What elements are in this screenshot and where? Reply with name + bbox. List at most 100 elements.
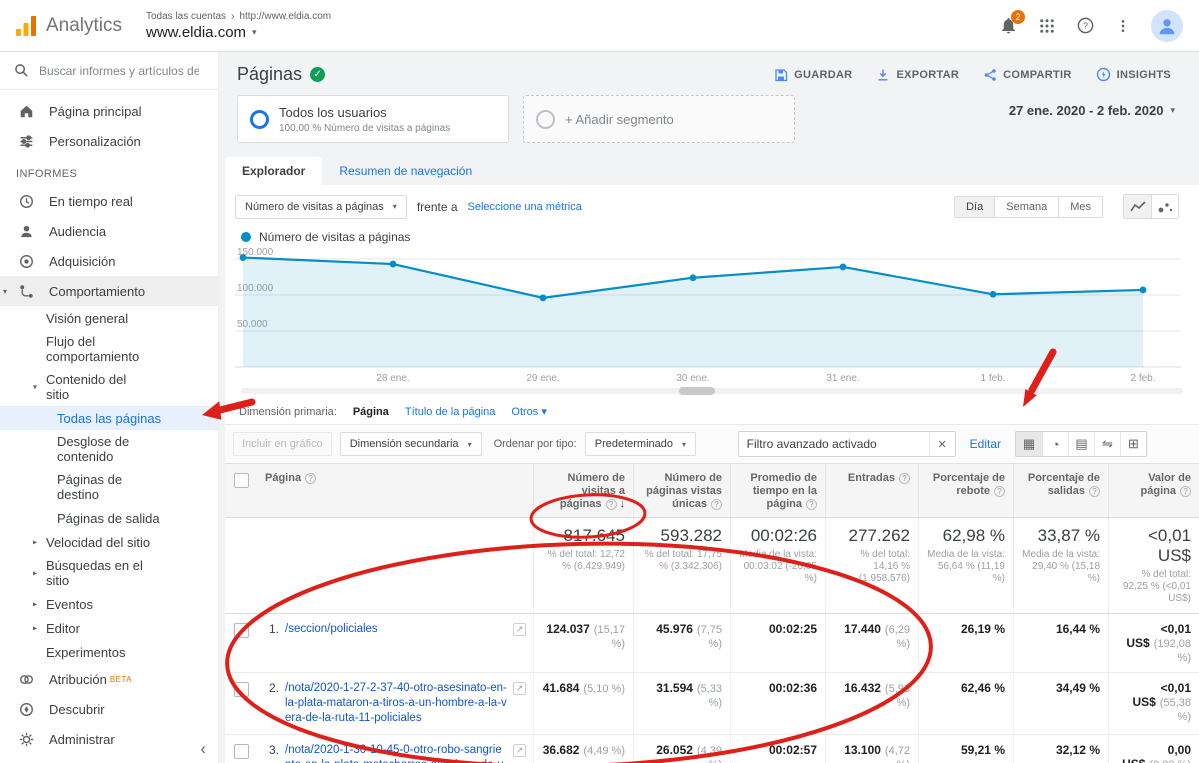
breadcrumb-property[interactable]: http://www.eldia.com: [239, 11, 331, 22]
sidebar-item-realtime[interactable]: En tiempo real: [0, 186, 218, 216]
sidebar-item-landing-pages[interactable]: Páginas de destino: [0, 468, 218, 506]
page-link[interactable]: /nota/2020-1-27-2-37-40-otro-asesinato-e…: [285, 681, 507, 726]
help-icon[interactable]: ?: [899, 473, 910, 484]
summary-avg-time: 00:02:26 Media de la vista: 00:03:02 (-2…: [730, 518, 825, 613]
sidebar-item-acquisition[interactable]: Adquisición: [0, 246, 218, 276]
more-options-button[interactable]: [1115, 18, 1131, 34]
sidebar-item-audience[interactable]: Audiencia: [0, 216, 218, 246]
dimension-other-dropdown[interactable]: Otros ▾: [511, 405, 547, 418]
sidebar-item-experiments[interactable]: Experimentos: [0, 640, 218, 664]
sidebar-item-site-search[interactable]: ▸ Búsquedas en el sitio: [0, 554, 218, 592]
account-switcher[interactable]: Todas las cuentas › http://www.eldia.com…: [146, 11, 331, 41]
open-page-icon[interactable]: ↗: [513, 682, 526, 695]
notifications-badge: 2: [1011, 10, 1025, 24]
help-icon[interactable]: ?: [305, 473, 316, 484]
sort-type-dropdown[interactable]: Predeterminado ▾: [585, 432, 696, 456]
help-icon[interactable]: ?: [606, 499, 617, 510]
sidebar-item-content-drilldown[interactable]: Desglose de contenido: [0, 430, 218, 468]
help-button[interactable]: ?: [1076, 16, 1095, 35]
sidebar-item-events[interactable]: ▸ Eventos: [0, 592, 218, 616]
notifications-button[interactable]: 2: [999, 16, 1018, 35]
save-button[interactable]: GUARDAR: [774, 68, 852, 82]
row-checkbox[interactable]: [225, 735, 257, 763]
pageviews-line-chart[interactable]: 50.000100.000150.00028 ene.29 ene.30 ene…: [229, 246, 1195, 386]
sidebar-search[interactable]: [0, 52, 218, 90]
plot-rows-button[interactable]: Incluir en gráfico: [233, 432, 332, 456]
date-range-picker[interactable]: 27 ene. 2020 - 2 feb. 2020 ▾: [1009, 95, 1175, 118]
help-icon[interactable]: ?: [711, 499, 722, 510]
granularity-day-button[interactable]: Día: [954, 196, 995, 218]
help-icon[interactable]: ?: [994, 486, 1005, 497]
insights-button[interactable]: INSIGHTS: [1096, 67, 1171, 82]
sort-type-label: Ordenar por tipo:: [494, 438, 577, 450]
row-checkbox[interactable]: [225, 614, 257, 672]
select-all-checkbox[interactable]: [225, 464, 257, 517]
open-page-icon[interactable]: ↗: [513, 623, 526, 636]
granularity-month-button[interactable]: Mes: [1059, 196, 1103, 218]
sidebar-item-exit-pages[interactable]: Páginas de salida: [0, 506, 218, 530]
column-header-pageviews[interactable]: Número de visitas a páginas?↓: [533, 464, 633, 517]
sidebar-item-all-pages[interactable]: Todas las páginas: [0, 406, 218, 430]
sidebar-item-behavior[interactable]: ▾ Comportamiento: [0, 276, 218, 306]
sidebar-item-discover[interactable]: Descubrir: [0, 694, 218, 724]
page-link[interactable]: /seccion/policiales: [285, 622, 507, 637]
view-pivot-icon[interactable]: ⊞: [1120, 432, 1146, 456]
line-chart-icon[interactable]: [1124, 195, 1151, 218]
granularity-week-button[interactable]: Semana: [995, 196, 1059, 218]
column-header-page-value[interactable]: Valor de página?: [1108, 464, 1199, 517]
sidebar-item-publisher[interactable]: ▸ Editor: [0, 616, 218, 640]
property-selector[interactable]: www.eldia.com ▾: [146, 24, 331, 41]
add-segment-button[interactable]: + Añadir segmento: [523, 95, 795, 143]
sidebar-item-behavior-flow[interactable]: Flujo del comportamiento: [0, 330, 218, 368]
column-header-entrances[interactable]: Entradas?: [825, 464, 918, 517]
column-header-unique-pageviews[interactable]: Número de páginas vistas únicas?: [633, 464, 730, 517]
table-toolbar: Incluir en gráfico Dimensión secundaria …: [225, 424, 1199, 464]
export-button[interactable]: EXPORTAR: [876, 68, 959, 82]
page-link[interactable]: /nota/2020-1-30-10-45-0-otro-robo-sangri…: [285, 743, 507, 763]
view-comparison-icon[interactable]: ⇋: [1094, 432, 1120, 456]
page-title-wrap: Páginas ✓: [237, 64, 325, 85]
advanced-filter-box[interactable]: Filtro avanzado activado ✕: [738, 431, 956, 457]
edit-filter-link[interactable]: Editar: [970, 437, 1001, 451]
search-input[interactable]: [39, 64, 199, 78]
avatar[interactable]: [1151, 10, 1183, 42]
column-header-bounce-rate[interactable]: Porcentaje de rebote?: [918, 464, 1013, 517]
apps-grid-button[interactable]: [1038, 17, 1056, 35]
metric-selector-dropdown[interactable]: Número de visitas a páginas ▾: [235, 195, 407, 219]
sidebar-item-site-speed[interactable]: ▸ Velocidad del sitio: [0, 530, 218, 554]
view-table-icon[interactable]: ▦: [1016, 432, 1042, 456]
sidebar-item-attribution[interactable]: Atribución BETA: [0, 664, 218, 694]
tab-navigation-summary[interactable]: Resumen de navegación: [322, 157, 489, 185]
sidebar-item-admin[interactable]: Administrar: [0, 724, 218, 754]
segment-ring-icon: [250, 110, 269, 129]
tab-explorer[interactable]: Explorador: [225, 157, 322, 185]
sidebar-item-customization[interactable]: Personalización: [0, 126, 218, 156]
sidebar-item-site-content[interactable]: ▾ Contenido del sitio: [0, 368, 218, 406]
sidebar-item-home[interactable]: Página principal: [0, 96, 218, 126]
column-header-page[interactable]: Página?: [257, 464, 533, 517]
segment-card-all-users[interactable]: Todos los usuarios 100,00 % Número de vi…: [237, 95, 509, 143]
breadcrumb: Todas las cuentas › http://www.eldia.com: [146, 11, 331, 22]
sidebar-collapse-button[interactable]: ‹: [200, 739, 206, 759]
motion-chart-icon[interactable]: [1151, 195, 1178, 218]
help-icon[interactable]: ?: [1180, 486, 1191, 497]
dimension-page[interactable]: Página: [353, 406, 389, 418]
view-percentage-icon[interactable]: ◔: [1042, 432, 1068, 456]
sidebar-item-behavior-overview[interactable]: Visión general: [0, 306, 218, 330]
help-icon[interactable]: ?: [1089, 486, 1100, 497]
target-icon: [15, 254, 37, 269]
close-icon[interactable]: ✕: [929, 432, 955, 456]
row-checkbox[interactable]: [225, 673, 257, 734]
secondary-dimension-dropdown[interactable]: Dimensión secundaria ▾: [340, 432, 482, 456]
open-page-icon[interactable]: ↗: [513, 744, 526, 757]
analytics-logo[interactable]: Analytics: [0, 14, 138, 38]
share-button[interactable]: COMPARTIR: [983, 68, 1072, 82]
dimension-page-title[interactable]: Título de la página: [405, 406, 496, 418]
column-header-exit-rate[interactable]: Porcentaje de salidas?: [1013, 464, 1108, 517]
help-icon[interactable]: ?: [806, 499, 817, 510]
breadcrumb-account[interactable]: Todas las cuentas: [146, 11, 226, 22]
slider-handle[interactable]: [679, 387, 715, 395]
view-performance-icon[interactable]: ▤: [1068, 432, 1094, 456]
select-metric-link[interactable]: Seleccione una métrica: [468, 201, 582, 213]
column-header-avg-time[interactable]: Promedio de tiempo en la página?: [730, 464, 825, 517]
